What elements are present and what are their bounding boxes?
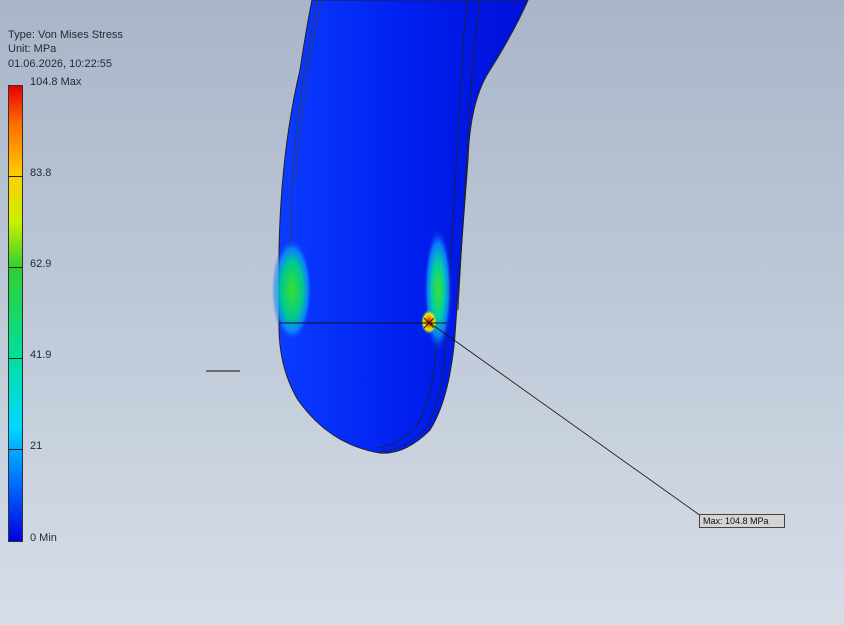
max-stress-spot — [421, 310, 437, 334]
stress-result-model[interactable] — [0, 0, 844, 625]
stress-zone-left — [272, 238, 312, 342]
graphics-viewport[interactable]: Type: Von Mises Stress Unit: MPa 01.06.2… — [0, 0, 844, 625]
max-probe-label[interactable]: Max: 104.8 MPa — [699, 514, 785, 528]
part-body[interactable] — [278, 0, 529, 454]
probe-leader-line — [429, 322, 702, 517]
